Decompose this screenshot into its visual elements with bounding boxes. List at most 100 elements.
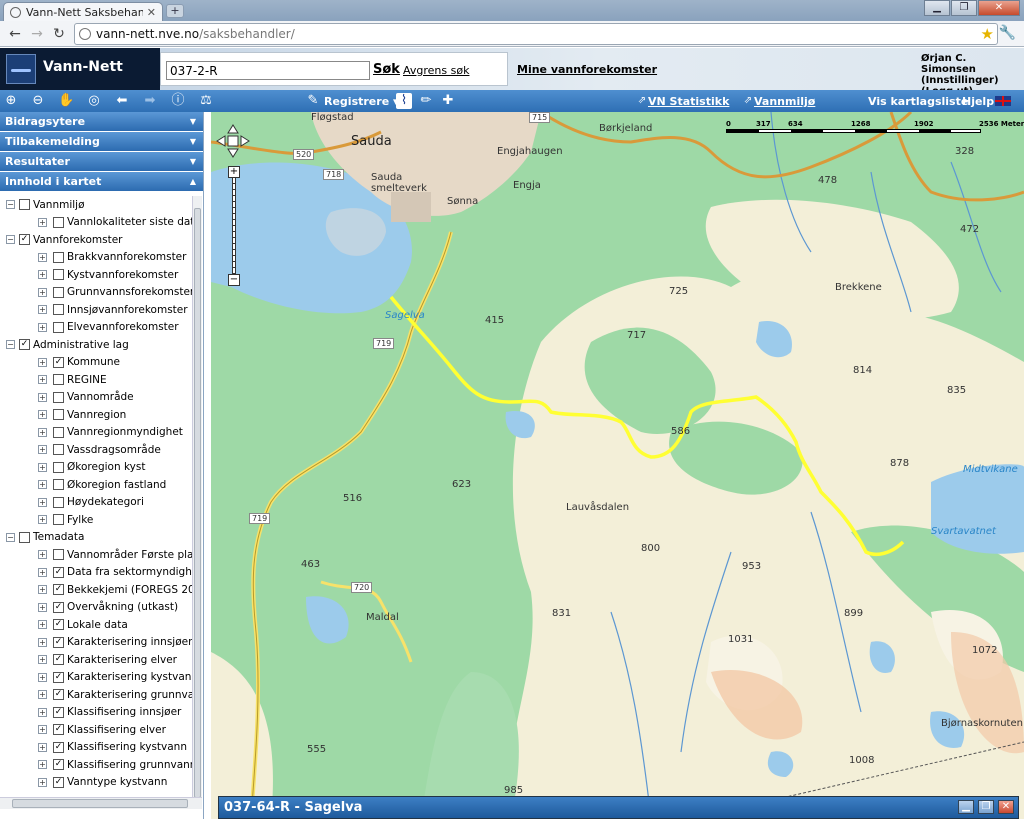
collapse-icon[interactable]: −: [6, 235, 15, 245]
pan-hand-icon[interactable]: ✋: [58, 93, 74, 109]
tree-row[interactable]: − ✓ Vannforekomster: [0, 231, 192, 249]
draw-pencil-icon[interactable]: ✏: [418, 93, 434, 109]
layer-checkbox[interactable]: [53, 479, 64, 491]
collapse-icon[interactable]: −: [6, 340, 15, 350]
browser-tab[interactable]: Vann-Nett Saksbehandler ✕: [3, 2, 163, 21]
expand-icon[interactable]: +: [38, 620, 47, 630]
expand-icon[interactable]: +: [38, 427, 47, 437]
tree-row[interactable]: + ✓ Karakterisering innsjøer: [0, 634, 192, 652]
address-bar[interactable]: vann-nett.nve.no/saksbehandler/: [74, 23, 998, 45]
expand-icon[interactable]: +: [38, 515, 47, 525]
tree-row[interactable]: + ✓Data fra sektormyndighete: [0, 564, 192, 582]
layer-checkbox[interactable]: ✓: [53, 654, 64, 666]
vn-statistics-link[interactable]: VN Statistikk: [648, 95, 729, 108]
expand-icon[interactable]: +: [38, 270, 47, 280]
layer-checkbox[interactable]: [53, 514, 64, 526]
expand-icon[interactable]: +: [38, 655, 47, 665]
zoom-in-icon[interactable]: ⊕: [3, 93, 19, 109]
tree-row[interactable]: + Økoregion fastland: [0, 476, 192, 494]
layer-checkbox[interactable]: [53, 409, 64, 421]
expand-icon[interactable]: +: [38, 707, 47, 717]
tree-row[interactable]: + ✓Bekkekjemi (FOREGS 2008: [0, 581, 192, 599]
add-feature-icon[interactable]: ✚: [440, 93, 456, 109]
tree-row[interactable]: + ✓ Klassifisering elver: [0, 721, 192, 739]
expand-icon[interactable]: +: [38, 305, 47, 315]
close-icon[interactable]: ✕: [147, 6, 156, 19]
window-close-button[interactable]: ✕: [978, 0, 1020, 16]
expand-icon[interactable]: +: [38, 567, 47, 577]
layer-checkbox[interactable]: ✓: [53, 584, 64, 596]
expand-icon[interactable]: +: [38, 550, 47, 560]
layer-checkbox[interactable]: [53, 391, 64, 403]
tree-row[interactable]: − ✓ Administrative lag: [0, 336, 192, 354]
expand-icon[interactable]: +: [38, 585, 47, 595]
my-waterbodies-link[interactable]: Mine vannforekomster: [517, 63, 657, 76]
layer-checkbox[interactable]: ✓: [53, 759, 64, 771]
layer-checkbox[interactable]: ✓: [53, 671, 64, 683]
new-tab-button[interactable]: +: [166, 4, 184, 18]
accordion-innhold-i-kartet[interactable]: Innhold i kartet ▲: [0, 172, 203, 192]
accordion-resultater[interactable]: Resultater ▼: [0, 152, 203, 172]
refine-search-link[interactable]: Avgrens søk: [403, 64, 469, 77]
tree-row[interactable]: + ✓ Karakterisering elver: [0, 651, 192, 669]
river-select-icon[interactable]: ⌇: [396, 93, 412, 109]
tree-row[interactable]: + Fylke: [0, 511, 192, 529]
layer-checkbox[interactable]: ✓: [19, 339, 30, 351]
expand-icon[interactable]: +: [38, 445, 47, 455]
zoom-out-button[interactable]: −: [228, 274, 240, 286]
layer-checkbox[interactable]: [53, 286, 64, 298]
tree-row[interactable]: + Vannregionmyndighet: [0, 424, 192, 442]
zoom-track[interactable]: [232, 178, 236, 274]
layer-checkbox[interactable]: ✓: [53, 706, 64, 718]
tree-row[interactable]: − Vannmiljø: [0, 196, 192, 214]
tree-row[interactable]: − Temadata: [0, 529, 192, 547]
tree-row[interactable]: + Elvevannforekomster: [0, 319, 192, 337]
expand-icon[interactable]: +: [38, 217, 47, 227]
layer-checkbox[interactable]: [53, 216, 64, 228]
layer-checkbox[interactable]: [53, 304, 64, 316]
search-button[interactable]: Søk: [373, 62, 400, 77]
tree-row[interactable]: + Vannområde: [0, 389, 192, 407]
zoom-extent-icon[interactable]: ◎: [86, 93, 102, 109]
layer-checkbox[interactable]: ✓: [53, 724, 64, 736]
expand-icon[interactable]: +: [38, 480, 47, 490]
expand-icon[interactable]: +: [38, 602, 47, 612]
tree-row[interactable]: + ✓ Klassifisering grunnvann: [0, 756, 192, 774]
expand-icon[interactable]: +: [38, 375, 47, 385]
previous-extent-icon[interactable]: ⬅: [114, 93, 130, 109]
layer-checkbox[interactable]: [53, 269, 64, 281]
scrollbar-thumb[interactable]: [194, 208, 201, 798]
minimize-button[interactable]: ▁: [958, 800, 974, 814]
expand-icon[interactable]: +: [38, 777, 47, 787]
expand-icon[interactable]: +: [38, 462, 47, 472]
expand-icon[interactable]: +: [38, 725, 47, 735]
forward-icon[interactable]: →: [28, 25, 46, 43]
layer-checkbox[interactable]: [53, 549, 64, 561]
vannmiljo-link[interactable]: Vannmiljø: [754, 95, 815, 108]
layer-checkbox[interactable]: [53, 374, 64, 386]
reload-icon[interactable]: ↻: [50, 25, 68, 43]
layer-checkbox[interactable]: ✓: [53, 741, 64, 753]
layer-checkbox[interactable]: ✓: [53, 689, 64, 701]
expand-icon[interactable]: +: [38, 742, 47, 752]
wrench-icon[interactable]: 🔧: [999, 25, 1016, 41]
layer-checkbox[interactable]: ✓: [19, 234, 30, 246]
tree-row[interactable]: + ✓ Overvåkning (utkast): [0, 599, 192, 617]
info-icon[interactable]: ⓘ: [170, 93, 186, 109]
english-flag-icon[interactable]: [995, 96, 1011, 106]
zoom-out-icon[interactable]: ⊖: [30, 93, 46, 109]
expand-icon[interactable]: +: [38, 497, 47, 507]
map-view[interactable]: Sauda Fløgstad Børkjeland Engjahaugen En…: [211, 112, 1024, 819]
expand-icon[interactable]: +: [38, 322, 47, 332]
tree-row[interactable]: + Vassdragsområde: [0, 441, 192, 459]
expand-icon[interactable]: +: [38, 672, 47, 682]
layer-checkbox[interactable]: [53, 496, 64, 508]
layer-checkbox[interactable]: ✓: [53, 636, 64, 648]
measure-icon[interactable]: ⚖: [198, 93, 214, 109]
expand-icon[interactable]: +: [38, 690, 47, 700]
show-layerlist-link[interactable]: Vis kartlagsliste: [868, 95, 968, 108]
scrollbar-thumb[interactable]: [12, 799, 188, 808]
pan-control[interactable]: [216, 124, 250, 158]
expand-icon[interactable]: +: [38, 760, 47, 770]
expand-icon[interactable]: +: [38, 252, 47, 262]
